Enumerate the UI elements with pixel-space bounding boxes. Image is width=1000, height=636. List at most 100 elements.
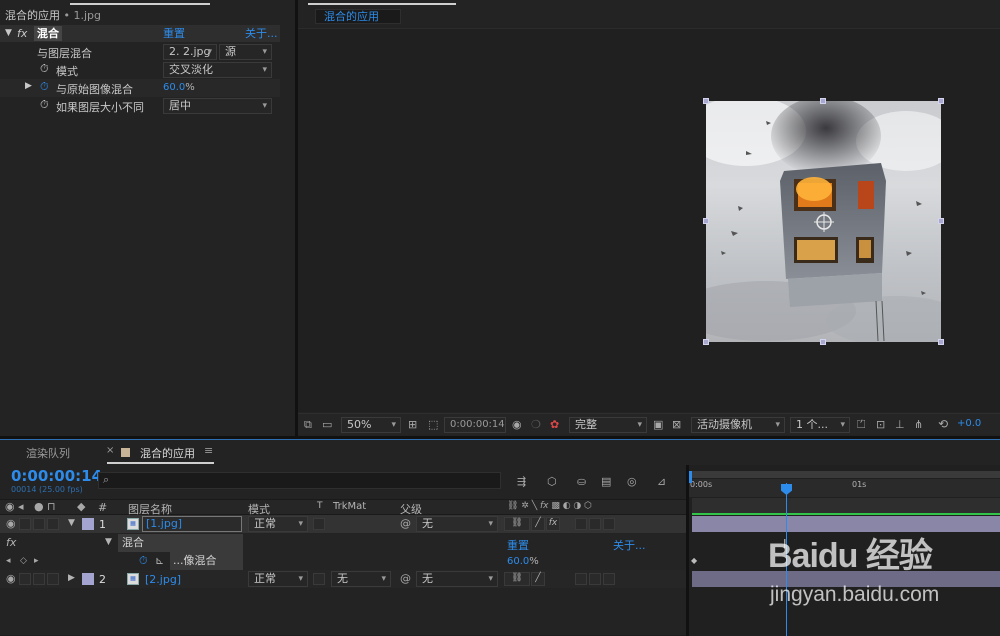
motion-blur-switch[interactable] xyxy=(589,573,601,585)
views-dropdown[interactable]: 1 个... ▾ xyxy=(790,417,850,433)
solo-toggle[interactable] xyxy=(33,518,45,530)
camera-dropdown[interactable]: 活动摄像机 ▾ xyxy=(691,417,785,433)
layer-mode-dropdown[interactable]: 正常 ▾ xyxy=(248,571,308,587)
layer-2-duration-bar[interactable] xyxy=(692,571,1000,587)
motion-blur-icon[interactable]: ◎ xyxy=(627,475,637,489)
expand-triangle-icon[interactable]: ▼ xyxy=(5,25,12,42)
layer-1-duration-bar[interactable] xyxy=(692,516,1000,532)
mode-dropdown[interactable]: 交叉淡化 ▾ xyxy=(163,62,272,78)
next-keyframe-icon[interactable]: ▸ xyxy=(34,554,39,568)
show-snapshot-icon[interactable]: ❍ xyxy=(531,418,541,432)
prev-keyframe-icon[interactable]: ◂ xyxy=(6,554,11,568)
solo-toggle[interactable] xyxy=(33,573,45,585)
color-channels-icon[interactable]: ✿ xyxy=(550,418,559,432)
close-tab-icon[interactable]: × xyxy=(106,445,114,456)
lock-toggle[interactable] xyxy=(47,518,59,530)
adjustment-switch[interactable] xyxy=(603,518,615,530)
expand-effect-icon[interactable]: ▼ xyxy=(105,537,112,547)
composition-viewer[interactable] xyxy=(298,28,1000,412)
current-time-indicator[interactable] xyxy=(786,483,787,636)
current-time-display[interactable]: 0:00:00:14 xyxy=(11,467,102,485)
fast-previews-icon[interactable]: ⊡ xyxy=(876,418,885,432)
transparency-grid-icon[interactable]: ⊠ xyxy=(672,418,681,432)
label-header-icon[interactable]: ◆ xyxy=(77,500,85,514)
transform-handle-tr[interactable] xyxy=(938,98,944,104)
layer-row-2[interactable]: ◉ ▶ 2 ▦ [2.jpg] 正常 ▾ 无 ▾ @ 无 ▾ ⛓ ╱ xyxy=(0,570,686,588)
quality-switch[interactable]: ╱ xyxy=(531,572,545,586)
blend-original-value[interactable]: 60.0% xyxy=(163,82,195,93)
blend-source-dropdown[interactable]: 源 ▾ xyxy=(219,44,272,60)
resolution-dropdown[interactable]: 完整 ▾ xyxy=(569,417,647,433)
size-mismatch-dropdown[interactable]: 居中 ▾ xyxy=(163,98,272,114)
time-graph[interactable]: 0:00s 01s ◆ I xyxy=(689,465,1000,636)
layer-label-color[interactable] xyxy=(82,518,94,530)
effect-switch[interactable]: fx xyxy=(546,517,560,531)
audio-toggle[interactable] xyxy=(19,573,31,585)
parent-dropdown[interactable]: 无 ▾ xyxy=(416,516,498,532)
eye-icon[interactable]: ◉ xyxy=(6,572,16,586)
always-preview-icon[interactable]: ⧉ xyxy=(304,418,312,432)
effect-reset-link[interactable]: 重置 xyxy=(163,25,185,42)
solo-header-icon[interactable]: ● xyxy=(34,500,44,514)
adjustment-switch[interactable] xyxy=(603,573,615,585)
composition-mini-flowchart-icon[interactable]: ⇶ xyxy=(517,475,526,489)
eye-icon[interactable]: ◉ xyxy=(6,517,16,531)
layer-name-field[interactable]: [1.jpg] xyxy=(142,516,242,532)
monitor-icon[interactable]: ▭ xyxy=(322,418,332,432)
transform-handle-tl[interactable] xyxy=(703,98,709,104)
tab-menu-icon[interactable]: ≡ xyxy=(204,444,213,457)
collapse-switch[interactable]: ⛓ xyxy=(504,572,530,586)
param-row[interactable]: ◂ ◇ ▸ ⏱ ⊾ ...像混合 60.0% xyxy=(0,552,686,570)
layer-row-1[interactable]: ◉ ▼ 1 ▦ [1.jpg] 正常 ▾ @ 无 ▾ ⛓ ╱ fx xyxy=(0,515,686,533)
expand-layer-icon[interactable]: ▼ xyxy=(68,518,75,528)
toggle-pixel-aspect-icon[interactable]: ⏍ xyxy=(857,418,865,432)
timeline-effect-reset[interactable]: 重置 xyxy=(507,537,529,553)
expand-layer-icon[interactable]: ▶ xyxy=(68,573,75,583)
layer-search-input[interactable]: ⌕ xyxy=(98,472,501,489)
graph-editor-icon[interactable]: ⊿ xyxy=(657,475,666,489)
audio-toggle[interactable] xyxy=(19,518,31,530)
stopwatch-icon[interactable]: ⏱ xyxy=(40,98,49,112)
transform-handle-ml[interactable] xyxy=(703,218,709,224)
video-visibility-header-icon[interactable]: ◉ xyxy=(5,500,15,514)
flowchart-icon[interactable]: ⋔ xyxy=(914,418,923,432)
transform-handle-tc[interactable] xyxy=(820,98,826,104)
preserve-transparency-toggle[interactable] xyxy=(313,518,325,530)
quality-switch[interactable]: ╱ xyxy=(531,517,545,531)
transform-handle-br[interactable] xyxy=(938,339,944,345)
layer-preview-image[interactable] xyxy=(706,101,941,342)
timecode-field[interactable]: 0:00:00:14 xyxy=(444,417,506,433)
grid-options-icon[interactable]: ⊞ xyxy=(408,418,417,432)
frame-blending-icon[interactable]: ▤ xyxy=(601,475,611,489)
exposure-value[interactable]: +0.0 xyxy=(957,418,981,429)
effect-name[interactable]: 混合 xyxy=(34,26,62,41)
blend-layer-dropdown[interactable]: 2. 2.jpg ▾ xyxy=(163,44,217,60)
camera-snapshot-icon[interactable]: ◉ xyxy=(512,418,522,432)
effect-about-link[interactable]: 关于... xyxy=(245,25,278,42)
layer-name[interactable]: [2.jpg] xyxy=(145,573,181,586)
tab-render-queue[interactable]: 渲染队列 xyxy=(26,445,70,461)
tab-comp[interactable]: 混合的应用 xyxy=(140,445,195,461)
frame-blend-switch[interactable] xyxy=(575,518,587,530)
stopwatch-active-icon[interactable]: ⏱ xyxy=(139,554,148,568)
time-ruler[interactable]: 0:00s 01s xyxy=(689,479,1000,497)
lock-header-icon[interactable]: ⊓ xyxy=(47,500,56,514)
parent-dropdown[interactable]: 无 ▾ xyxy=(416,571,498,587)
param-value[interactable]: 60.0% xyxy=(507,556,539,567)
layer-label-color[interactable] xyxy=(82,573,94,585)
work-area-start-marker[interactable] xyxy=(689,471,692,483)
region-of-interest-icon[interactable]: ▣ xyxy=(653,418,663,432)
add-keyframe-icon[interactable]: ◇ xyxy=(20,554,27,568)
zoom-dropdown[interactable]: 50% ▾ xyxy=(341,417,401,433)
pick-whip-icon[interactable]: @ xyxy=(400,517,411,531)
composition-tab[interactable]: 混合的应用 xyxy=(315,9,401,24)
transform-handle-bc[interactable] xyxy=(820,339,826,345)
motion-blur-switch[interactable] xyxy=(589,518,601,530)
frame-blend-switch[interactable] xyxy=(575,573,587,585)
audio-header-icon[interactable]: ◂ xyxy=(18,500,24,514)
effect-controls-tab-title[interactable]: 混合的应用 xyxy=(5,9,60,22)
reset-exposure-icon[interactable]: ⟲ xyxy=(938,417,948,431)
mask-visibility-icon[interactable]: ⬚ xyxy=(428,418,438,432)
timeline-effect-about[interactable]: 关于... xyxy=(613,537,646,553)
pick-whip-icon[interactable]: @ xyxy=(400,572,411,586)
